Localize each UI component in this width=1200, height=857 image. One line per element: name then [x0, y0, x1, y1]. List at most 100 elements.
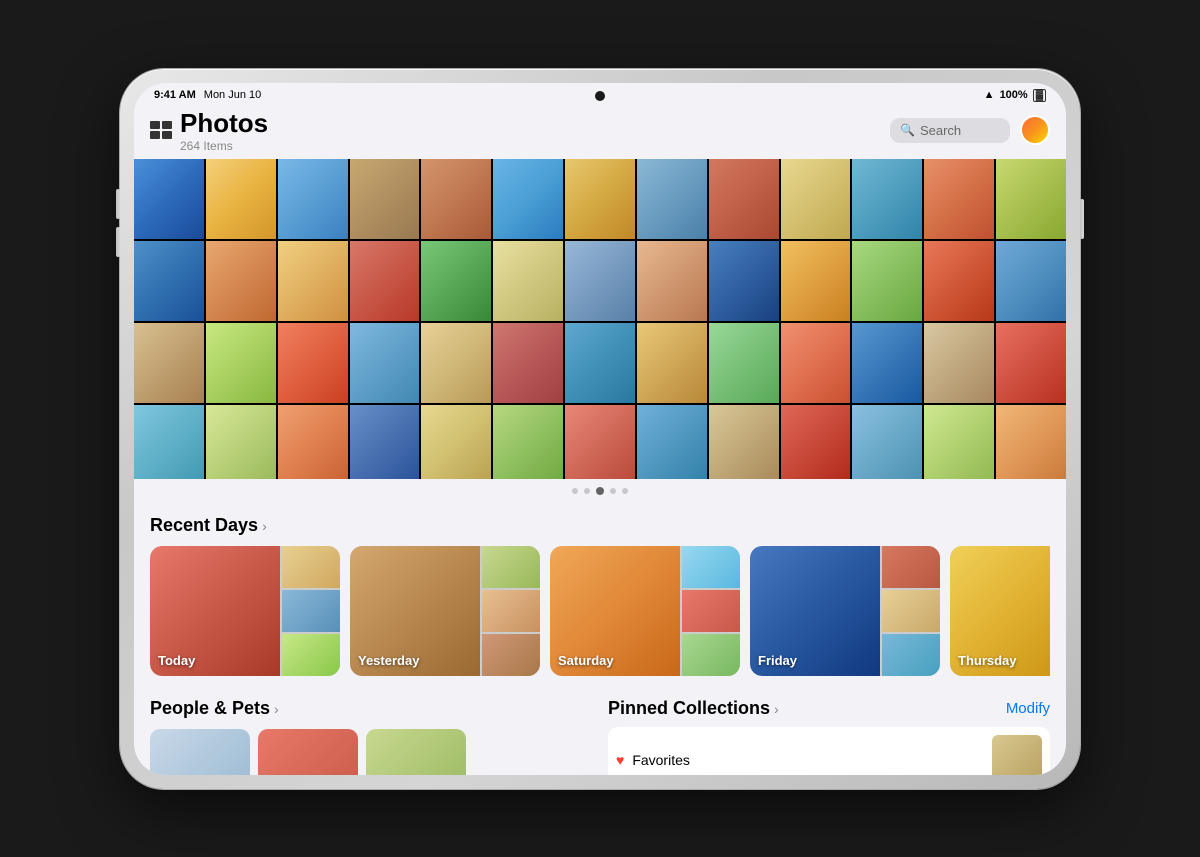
- photo-cell[interactable]: [924, 323, 994, 403]
- photo-cell[interactable]: [709, 241, 779, 321]
- user-avatar[interactable]: [1020, 115, 1050, 145]
- photo-cell[interactable]: [421, 323, 491, 403]
- photo-cell[interactable]: [350, 159, 420, 239]
- photo-cell[interactable]: [206, 159, 276, 239]
- people-pets-header[interactable]: People & Pets ›: [150, 698, 592, 719]
- day-thumb: [282, 590, 340, 632]
- day-card-friday[interactable]: Friday: [750, 546, 940, 676]
- device-screen: 9:41 AM Mon Jun 10 ▲ 100% ▓: [134, 83, 1066, 775]
- photo-cell[interactable]: [781, 241, 851, 321]
- photo-cell[interactable]: [637, 323, 707, 403]
- day-card-thursday[interactable]: Thursday: [950, 546, 1050, 676]
- photo-cell[interactable]: [421, 405, 491, 479]
- photo-cell[interactable]: [493, 241, 563, 321]
- header-left: Photos 264 Items: [150, 108, 268, 153]
- photo-cell[interactable]: [134, 159, 204, 239]
- day-card-saturday[interactable]: Saturday: [550, 546, 740, 676]
- photo-cell[interactable]: [493, 323, 563, 403]
- photo-cell[interactable]: [709, 405, 779, 479]
- photo-cell[interactable]: [278, 405, 348, 479]
- pagination-dot-0[interactable]: [572, 488, 578, 494]
- pinned-collections-chevron: ›: [774, 701, 779, 717]
- photo-cell[interactable]: [134, 323, 204, 403]
- people-pets-chevron: ›: [274, 701, 279, 717]
- photo-cell[interactable]: [493, 405, 563, 479]
- pagination-dot-2[interactable]: [596, 487, 604, 495]
- search-bar[interactable]: 🔍 Search: [890, 118, 1010, 143]
- photo-cell[interactable]: [206, 405, 276, 479]
- person-card[interactable]: ♥: [258, 729, 358, 775]
- photo-cell[interactable]: [996, 241, 1066, 321]
- photo-cell[interactable]: [350, 323, 420, 403]
- photo-cell[interactable]: [206, 323, 276, 403]
- favorites-label: Favorites: [632, 752, 690, 768]
- photo-cell[interactable]: [996, 323, 1066, 403]
- day-card-grid-saturday: [682, 546, 740, 676]
- pinned-title-row[interactable]: Pinned Collections ›: [608, 698, 779, 719]
- person-card[interactable]: ♥: [366, 729, 466, 775]
- photo-cell[interactable]: [565, 405, 635, 479]
- photo-cell[interactable]: [421, 241, 491, 321]
- main-content: Recent Days › Today: [134, 503, 1066, 775]
- photo-cell[interactable]: [350, 405, 420, 479]
- photo-cell[interactable]: [350, 241, 420, 321]
- photo-cell[interactable]: [852, 323, 922, 403]
- sidebar-toggle-icon[interactable]: [150, 121, 172, 139]
- search-placeholder: Search: [920, 123, 961, 138]
- recent-days-scroll: Today Yesterday: [150, 546, 1050, 680]
- search-icon: 🔍: [900, 123, 915, 137]
- photo-cell[interactable]: [565, 241, 635, 321]
- photo-cell[interactable]: [709, 323, 779, 403]
- photo-cell[interactable]: [924, 405, 994, 479]
- photo-cell[interactable]: [206, 241, 276, 321]
- photo-cell[interactable]: [493, 159, 563, 239]
- pagination-dot-3[interactable]: [610, 488, 616, 494]
- recent-days-section: Recent Days › Today: [134, 503, 1066, 688]
- person-card[interactable]: ♥: [150, 729, 250, 775]
- photo-cell[interactable]: [852, 241, 922, 321]
- pagination-dot-1[interactable]: [584, 488, 590, 494]
- photo-cell[interactable]: [134, 405, 204, 479]
- photo-cell[interactable]: [421, 159, 491, 239]
- photo-cell[interactable]: [996, 405, 1066, 479]
- photo-cell[interactable]: [781, 159, 851, 239]
- volume-up-button[interactable]: [116, 189, 120, 219]
- photo-cell[interactable]: [709, 159, 779, 239]
- day-card-today[interactable]: Today: [150, 546, 340, 676]
- ipad-device: 9:41 AM Mon Jun 10 ▲ 100% ▓: [120, 69, 1080, 789]
- day-thumb: [482, 634, 540, 676]
- day-card-grid-today: [282, 546, 340, 676]
- people-pets-section: People & Pets › ♥ ♥ ♥: [150, 698, 592, 775]
- day-label-today: Today: [158, 653, 195, 668]
- power-button[interactable]: [1080, 199, 1084, 239]
- photo-cell[interactable]: [637, 241, 707, 321]
- photo-cell[interactable]: [134, 241, 204, 321]
- photo-cell[interactable]: [852, 159, 922, 239]
- photo-cell[interactable]: [278, 323, 348, 403]
- photo-cell[interactable]: [278, 241, 348, 321]
- photo-cell[interactable]: [924, 159, 994, 239]
- day-card-grid-friday: [882, 546, 940, 676]
- favorites-card[interactable]: ♥ Favorites: [608, 727, 1050, 775]
- day-label-friday: Friday: [758, 653, 797, 668]
- pagination-dot-4[interactable]: [622, 488, 628, 494]
- photo-cell[interactable]: [781, 405, 851, 479]
- volume-down-button[interactable]: [116, 227, 120, 257]
- photo-cell[interactable]: [278, 159, 348, 239]
- photo-cell[interactable]: [781, 323, 851, 403]
- recent-days-header[interactable]: Recent Days ›: [150, 515, 1050, 536]
- battery-percent: 100%: [1000, 89, 1028, 101]
- photo-cell[interactable]: [996, 159, 1066, 239]
- photo-cell[interactable]: [565, 323, 635, 403]
- day-card-yesterday[interactable]: Yesterday: [350, 546, 540, 676]
- modify-button[interactable]: Modify: [1006, 700, 1050, 717]
- photo-cell[interactable]: [565, 159, 635, 239]
- day-thumb: [682, 590, 740, 632]
- photo-cell[interactable]: [852, 405, 922, 479]
- photo-cell[interactable]: [637, 159, 707, 239]
- photo-cell[interactable]: [637, 405, 707, 479]
- wifi-icon: ▲: [984, 89, 995, 101]
- favorites-thumbnail: [992, 735, 1042, 775]
- photo-cell[interactable]: [924, 241, 994, 321]
- pinned-collections-section: Pinned Collections › Modify ♥ Favorites: [608, 698, 1050, 775]
